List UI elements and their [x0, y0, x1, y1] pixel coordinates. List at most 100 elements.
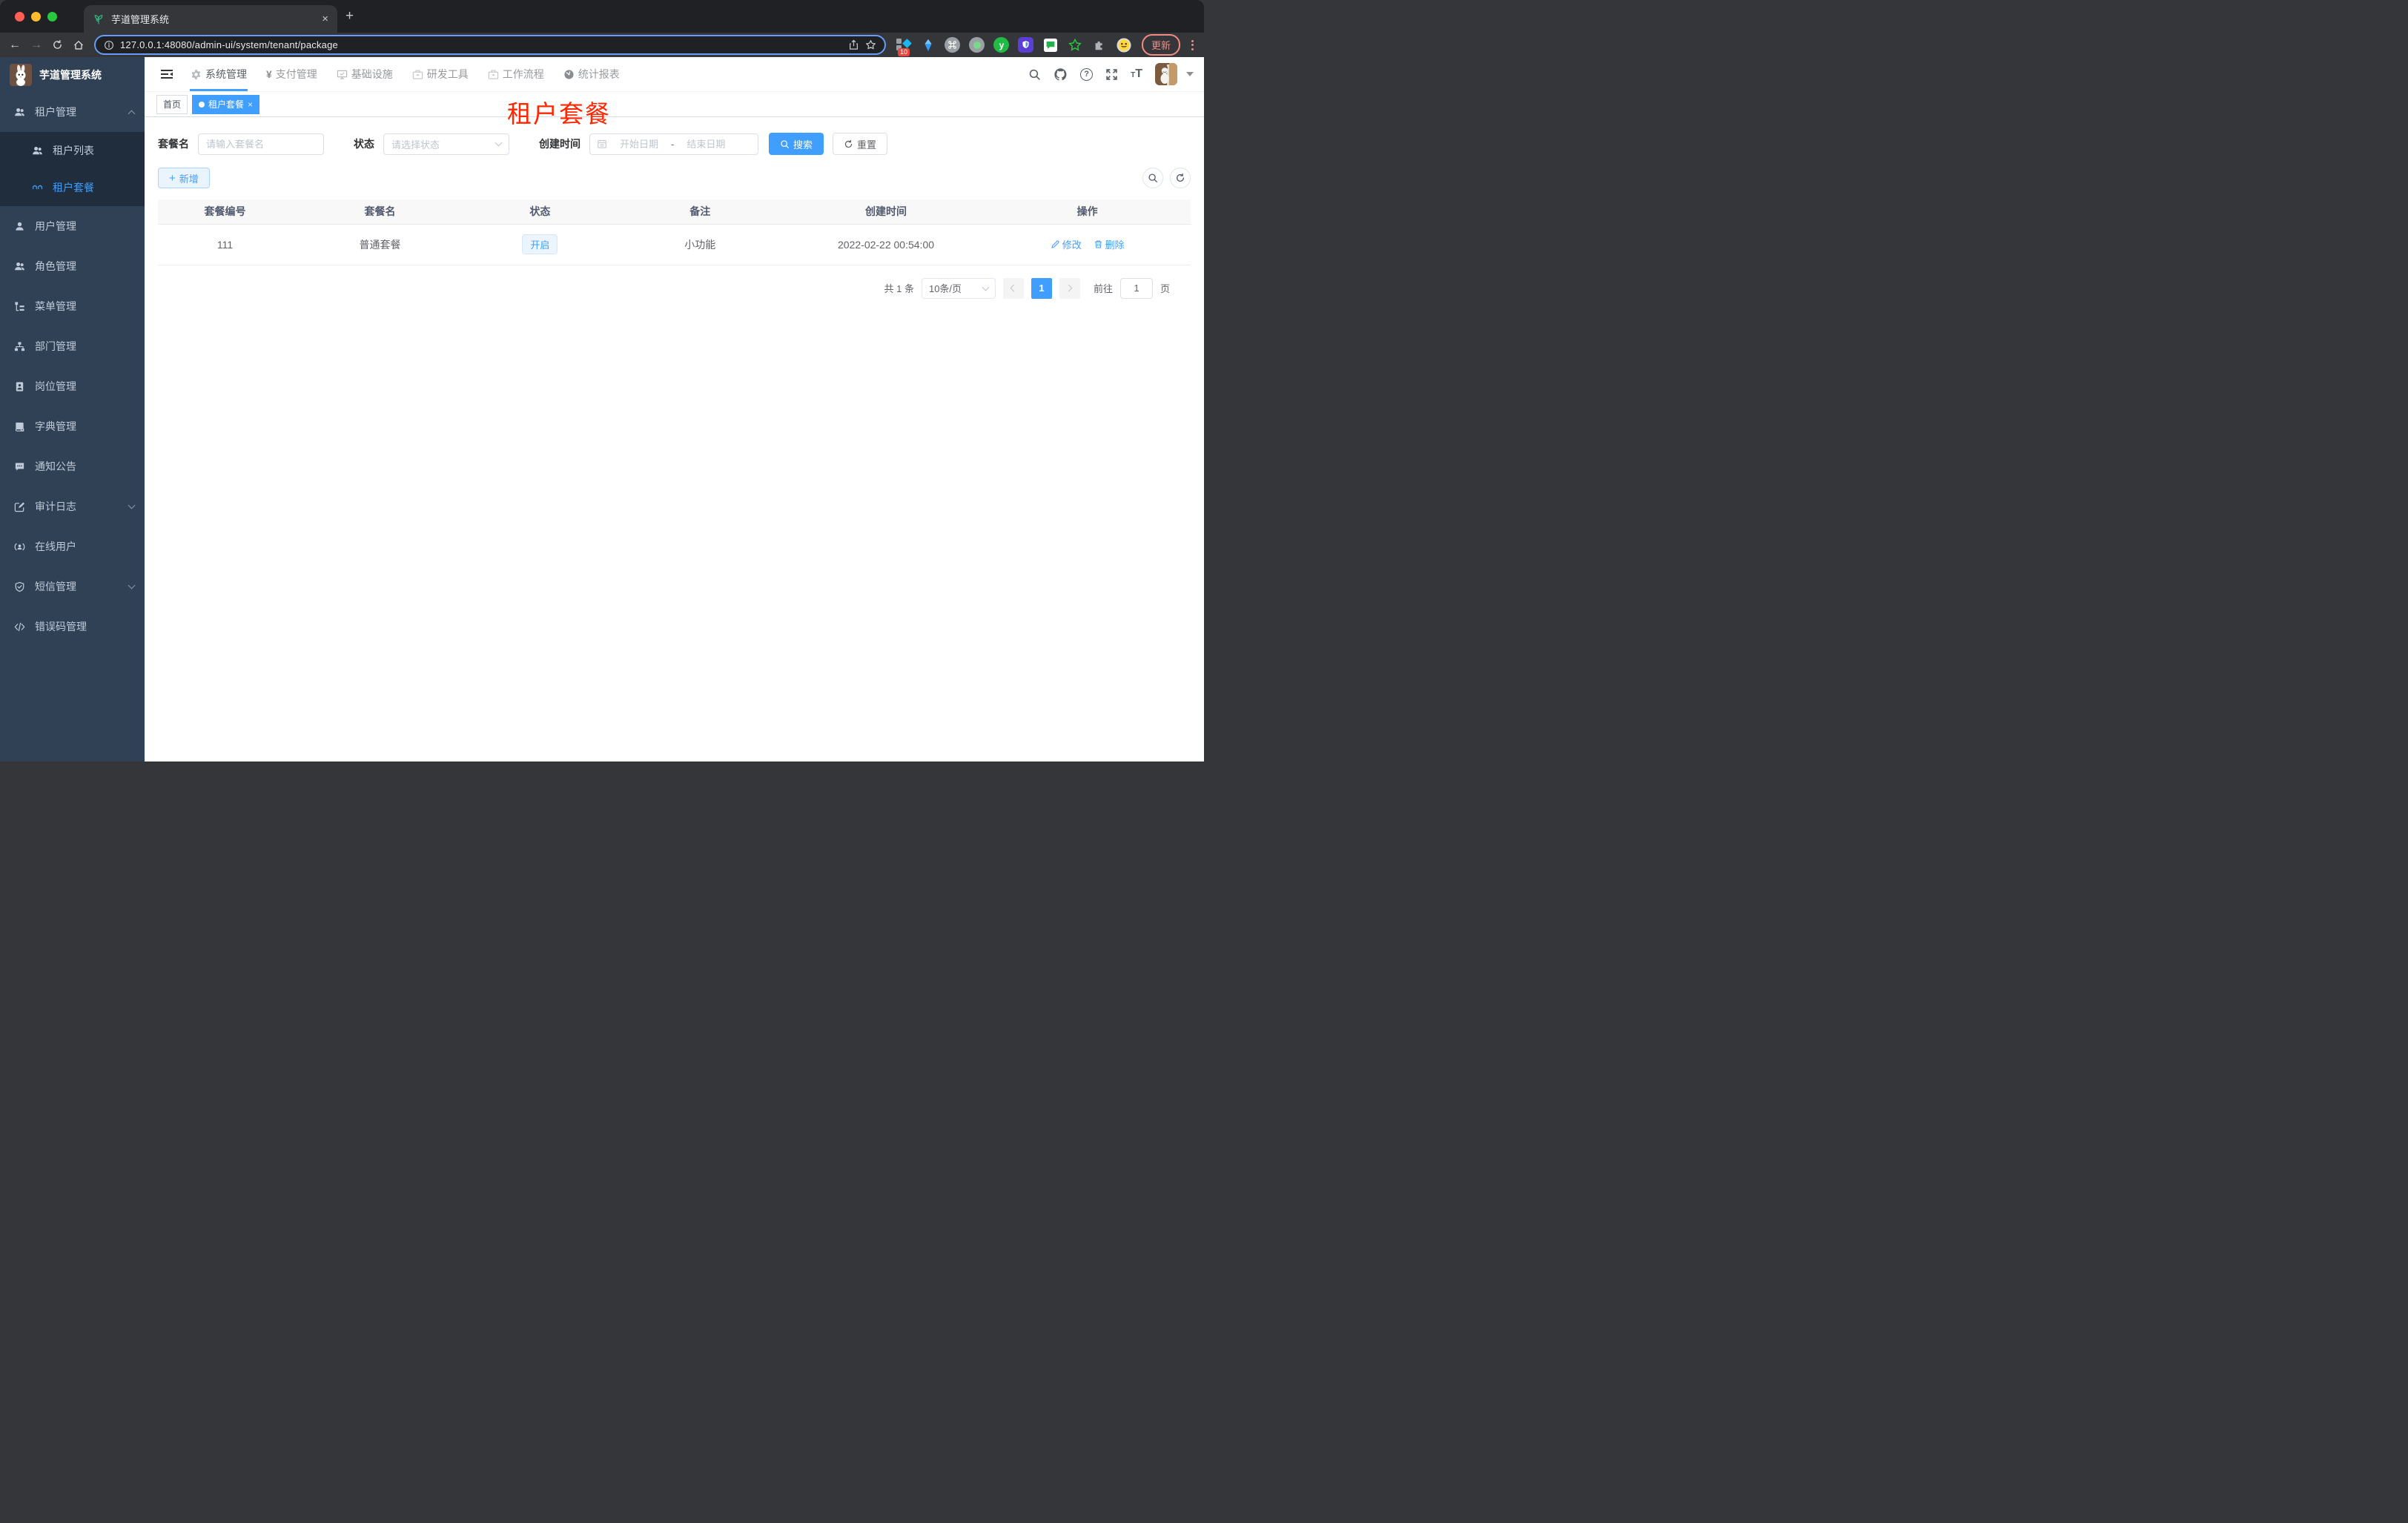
user-icon — [14, 221, 25, 232]
sidebar-logo[interactable]: 芋道管理系统 — [0, 57, 145, 92]
ext-star-icon[interactable] — [1067, 37, 1083, 53]
sidebar-item-dept-management[interactable]: 部门管理 — [0, 326, 145, 366]
add-button[interactable]: + 新增 — [158, 168, 210, 188]
page-size-select[interactable]: 10条/页 — [921, 277, 996, 299]
sidebar-item-tenant-management[interactable]: 租户管理 — [0, 92, 145, 132]
font-size-icon[interactable]: TT — [1131, 67, 1142, 81]
app-title: 芋道管理系统 — [39, 68, 102, 81]
sidebar-item-announcement[interactable]: 通知公告 — [0, 446, 145, 486]
pagination-total: 共 1 条 — [884, 283, 914, 294]
table-toolbar: + 新增 — [158, 168, 1191, 188]
reload-button[interactable] — [52, 39, 63, 50]
tag-close-icon[interactable]: × — [248, 99, 253, 110]
sidebar-collapse-icon[interactable] — [160, 68, 173, 80]
nav-item-reports[interactable]: 统计报表 — [554, 57, 629, 91]
search-button[interactable]: 搜索 — [769, 133, 824, 155]
sidebar-item-sms-management[interactable]: 短信管理 — [0, 566, 145, 607]
search-icon[interactable] — [1028, 68, 1041, 81]
chevron-down-icon — [494, 139, 503, 147]
ext-gem-icon[interactable] — [920, 37, 936, 53]
window-close-button[interactable] — [15, 12, 24, 22]
calendar-icon — [597, 139, 607, 149]
pagination: 共 1 条 10条/页 1 前往 页 — [158, 277, 1191, 299]
tag-tenant-package[interactable]: 租户套餐 × — [192, 94, 260, 114]
address-bar[interactable]: 127.0.0.1:48080/admin-ui/system/tenant/p… — [94, 35, 886, 55]
table-refresh-button[interactable] — [1170, 168, 1191, 188]
status-select[interactable]: 请选择状态 — [383, 133, 509, 155]
window-minimize-button[interactable] — [31, 12, 41, 22]
nav-item-infrastructure[interactable]: 基础设施 — [327, 57, 403, 91]
sidebar-item-role-management[interactable]: 角色管理 — [0, 246, 145, 286]
sidebar-item-menu-management[interactable]: 菜单管理 — [0, 286, 145, 326]
chevron-down-icon — [982, 283, 990, 291]
sidebar-item-post-management[interactable]: 岗位管理 — [0, 366, 145, 406]
help-icon[interactable]: ? — [1080, 67, 1094, 81]
next-page-button[interactable] — [1059, 277, 1080, 299]
sidebar-item-dict-management[interactable]: 字典管理 — [0, 406, 145, 446]
main-area: 系统管理 ¥ 支付管理 基础设施 研发工具 工作流程 统计报表 ? T T 首页… — [145, 57, 1204, 762]
col-package-name: 套餐名 — [292, 199, 468, 225]
tab-close-icon[interactable]: × — [322, 13, 328, 25]
status-label: 状态 — [354, 138, 374, 150]
nav-item-workflow[interactable]: 工作流程 — [478, 57, 554, 91]
goto-page-input[interactable] — [1119, 277, 1153, 299]
browser-window: 芋道管理系统 × + ← → 127.0.0.1:48080/admin-ui/… — [0, 0, 1204, 57]
delete-link[interactable]: 删除 — [1094, 237, 1125, 251]
new-tab-button[interactable]: + — [345, 9, 354, 23]
github-icon[interactable] — [1054, 67, 1068, 82]
create-time-label: 创建时间 — [539, 138, 580, 150]
package-table: 套餐编号 套餐名 状态 备注 创建时间 操作 111 普通套餐 开启 小功能 2… — [158, 199, 1191, 265]
briefcase-icon — [412, 69, 423, 80]
chevron-down-icon — [128, 581, 136, 589]
status-badge: 开启 — [522, 234, 558, 254]
site-info-icon[interactable] — [104, 40, 114, 50]
ext-recorder-icon[interactable] — [969, 37, 985, 53]
browser-menu-icon[interactable] — [1190, 39, 1195, 50]
ext-emoji-icon[interactable] — [1116, 37, 1132, 53]
chrome-update-button[interactable]: 更新 — [1141, 34, 1180, 56]
user-avatar[interactable] — [1155, 63, 1177, 85]
ext-chat-icon[interactable] — [1042, 37, 1059, 53]
back-button[interactable]: ← — [9, 39, 21, 51]
reset-button[interactable]: 重置 — [833, 133, 888, 155]
plus-icon: + — [169, 171, 176, 185]
end-date-input[interactable] — [677, 138, 735, 150]
nav-item-system[interactable]: 系统管理 — [181, 57, 257, 91]
avatar-caret-icon[interactable] — [1186, 72, 1194, 76]
date-range-picker[interactable]: - — [589, 133, 758, 155]
cell-package-name: 普通套餐 — [292, 224, 468, 265]
sidebar-item-error-code[interactable]: 错误码管理 — [0, 607, 145, 647]
nav-item-payment[interactable]: ¥ 支付管理 — [257, 57, 327, 91]
home-button[interactable] — [73, 39, 85, 51]
tag-home[interactable]: 首页 — [156, 94, 188, 114]
bookmark-star-icon[interactable] — [865, 39, 876, 50]
ext-shield-icon[interactable] — [1018, 37, 1034, 53]
tab-title: 芋道管理系统 — [111, 14, 170, 25]
ext-tabs-icon[interactable]: 10 — [896, 37, 912, 56]
sidebar-item-online-users[interactable]: 在线用户 — [0, 526, 145, 566]
start-date-input[interactable] — [610, 138, 668, 150]
ext-y-icon[interactable]: y — [993, 37, 1010, 53]
window-zoom-button[interactable] — [47, 12, 57, 22]
package-name-input[interactable] — [198, 133, 324, 155]
current-page-button[interactable]: 1 — [1031, 277, 1052, 299]
fullscreen-icon[interactable] — [1105, 68, 1118, 81]
sidebar-item-tenant-package[interactable]: 租户套餐 — [0, 169, 145, 206]
sidebar-item-user-management[interactable]: 用户管理 — [0, 206, 145, 246]
ext-command-icon[interactable] — [945, 37, 961, 53]
sidebar-item-tenant-list[interactable]: 租户列表 — [0, 132, 145, 169]
edit-link[interactable]: 修改 — [1051, 237, 1082, 251]
nav-item-dev-tools[interactable]: 研发工具 — [403, 57, 478, 91]
prev-page-button[interactable] — [1002, 277, 1024, 299]
dictionary-icon — [14, 421, 25, 432]
cell-actions: 修改 删除 — [984, 224, 1191, 265]
users-icon — [14, 261, 25, 272]
forward-button[interactable]: → — [30, 39, 42, 51]
browser-tab[interactable]: 芋道管理系统 × — [84, 5, 337, 33]
share-icon[interactable] — [848, 39, 859, 50]
table-search-toggle-button[interactable] — [1142, 168, 1163, 188]
sidebar-submenu-tenant: 租户列表 租户套餐 — [0, 132, 145, 206]
ext-puzzle-icon[interactable] — [1091, 37, 1108, 53]
package-name-label: 套餐名 — [158, 138, 189, 150]
sidebar-item-audit-log[interactable]: 审计日志 — [0, 486, 145, 526]
